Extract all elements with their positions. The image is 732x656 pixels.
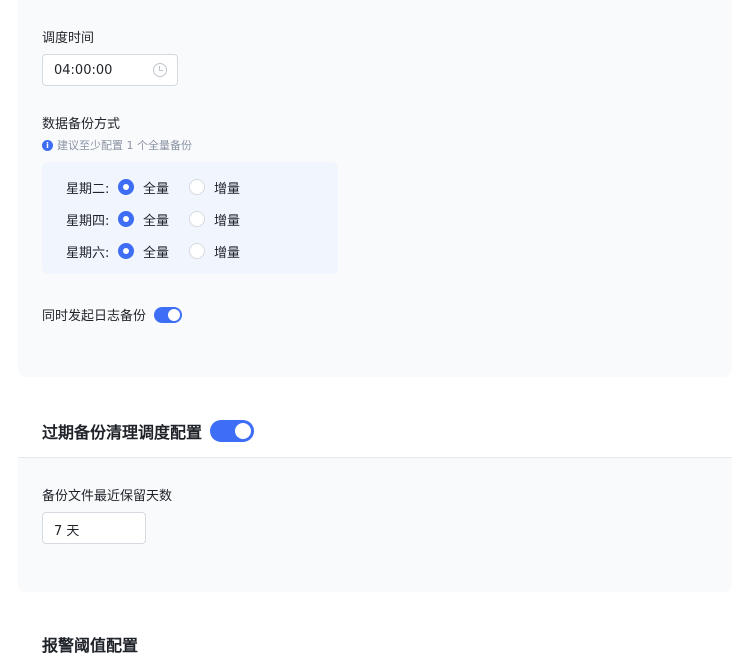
- radio-incremental-label: 增量: [214, 245, 241, 261]
- radio-checked-icon[interactable]: [118, 179, 134, 195]
- cleanup-title-row: 过期备份清理调度配置: [42, 419, 255, 443]
- cleanup-card-header: 过期备份清理调度配置: [18, 380, 732, 458]
- day-label: 星期六:: [66, 245, 110, 261]
- schedule-time-label: 调度时间: [42, 31, 95, 46]
- schedule-row-thursday: 星期四: 全量 增量: [66, 209, 260, 229]
- clock-icon: [153, 63, 167, 77]
- radio-checked-icon[interactable]: [118, 211, 134, 227]
- backup-hint-text: 建议至少配置 1 个全量备份: [57, 139, 192, 152]
- radio-full-label: 全量: [143, 245, 170, 261]
- info-icon: i: [42, 139, 53, 151]
- radio-full-label: 全量: [143, 181, 170, 197]
- radio-unchecked-icon[interactable]: [189, 211, 206, 227]
- backup-hint: i 建议至少配置 1 个全量备份: [42, 137, 192, 153]
- radio-incremental-label: 增量: [214, 181, 241, 197]
- cleanup-toggle[interactable]: [210, 420, 255, 442]
- toggle-knob: [168, 308, 181, 321]
- log-backup-label: 同时发起日志备份: [42, 309, 147, 324]
- divider: [18, 457, 732, 458]
- backup-method-label: 数据备份方式: [42, 117, 121, 132]
- toggle-knob: [235, 423, 252, 439]
- backup-schedule-box: 星期二: 全量 增量 星期四: 全量 增量 星期六: 全量 增量: [42, 162, 338, 274]
- day-label: 星期四:: [66, 213, 110, 229]
- radio-incremental-label: 增量: [214, 213, 241, 229]
- schedule-row-tuesday: 星期二: 全量 增量: [66, 177, 260, 197]
- schedule-time-picker[interactable]: 04:00:00: [42, 54, 178, 86]
- radio-full[interactable]: 全量: [118, 242, 169, 261]
- log-backup-toggle[interactable]: [154, 306, 183, 323]
- radio-checked-icon[interactable]: [118, 243, 134, 259]
- radio-incremental[interactable]: 增量: [189, 242, 240, 261]
- cleanup-title: 过期备份清理调度配置: [42, 423, 203, 442]
- radio-incremental[interactable]: 增量: [189, 210, 240, 229]
- schedule-time-value: 04:00:00: [54, 63, 113, 78]
- radio-unchecked-icon[interactable]: [189, 243, 206, 259]
- radio-full[interactable]: 全量: [118, 210, 169, 229]
- day-label: 星期二:: [66, 181, 110, 197]
- retention-label: 备份文件最近保留天数: [42, 489, 173, 504]
- retention-days-input[interactable]: 7 天: [42, 512, 146, 544]
- radio-full-label: 全量: [143, 213, 170, 229]
- radio-full[interactable]: 全量: [118, 178, 169, 197]
- radio-unchecked-icon[interactable]: [189, 179, 206, 195]
- alarm-threshold-title: 报警阈值配置: [42, 636, 139, 655]
- log-backup-row: 同时发起日志备份: [42, 305, 183, 324]
- radio-incremental[interactable]: 增量: [189, 178, 240, 197]
- schedule-row-saturday: 星期六: 全量 增量: [66, 241, 260, 261]
